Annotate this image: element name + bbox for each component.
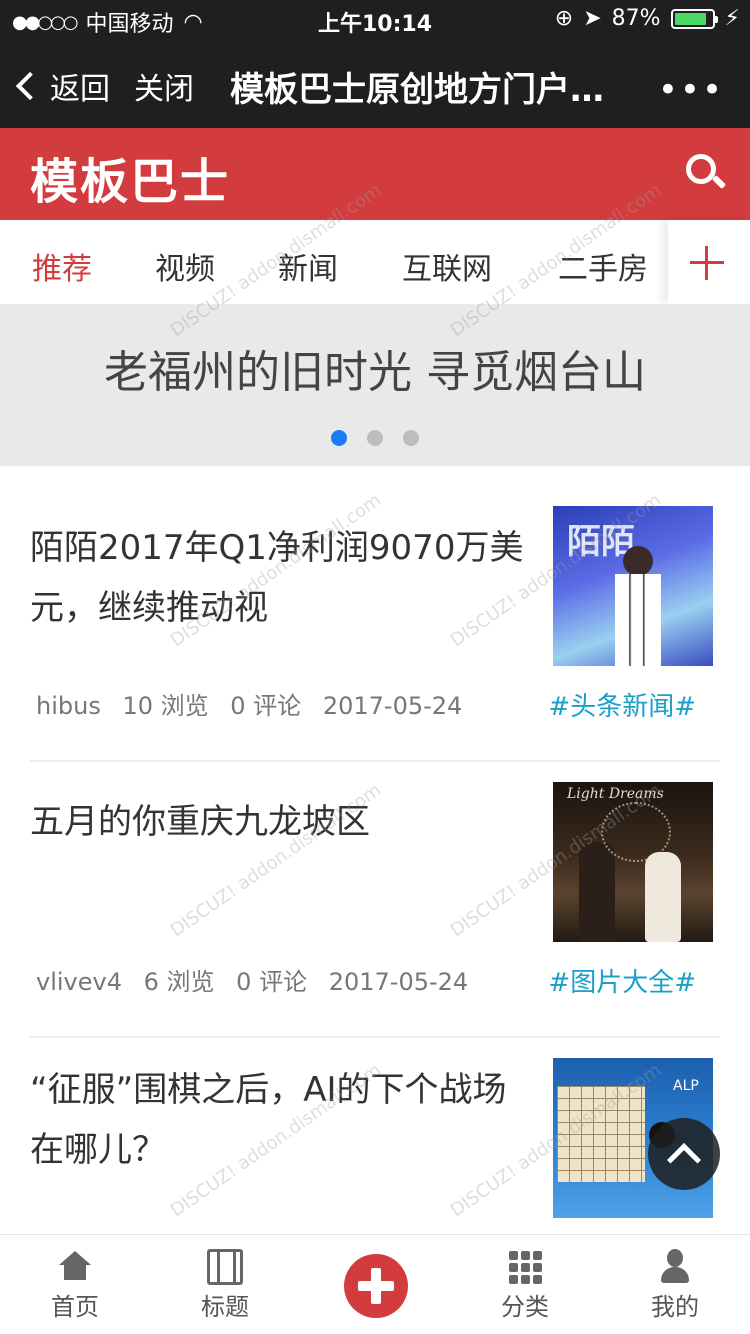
battery-percent: 87% <box>611 6 661 31</box>
tabbar-titles-label: 标题 <box>201 1293 249 1321</box>
lock-rotation-icon: ⊕ <box>554 6 574 31</box>
close-button[interactable]: 关闭 <box>134 64 194 108</box>
search-icon[interactable] <box>686 154 727 194</box>
charging-icon: ⚡ <box>724 6 740 31</box>
article-meta: hibus 10 浏览 0 评论 2017-05-24 <box>36 686 476 721</box>
banner-title: 老福州的旧时光 寻觅烟台山 <box>104 347 646 398</box>
back-button[interactable]: 返回 <box>15 64 110 108</box>
article-item[interactable]: 陌陌2017年Q1净利润9070万美元，继续推动视 hibus 10 浏览 0 … <box>30 506 720 762</box>
tabbar-titles[interactable]: 标题 <box>150 1235 300 1334</box>
tab-video[interactable]: 视频 <box>155 244 215 288</box>
back-to-top-button[interactable] <box>648 1118 720 1190</box>
person-image <box>645 852 681 942</box>
tabbar-home[interactable]: 首页 <box>0 1235 150 1334</box>
chevron-left-icon <box>15 71 45 101</box>
article-date: 2017-05-24 <box>328 968 469 996</box>
nav-bar: 返回 关闭 模板巴士原创地方门户… ••• <box>0 40 750 128</box>
location-icon: ➤ <box>583 6 602 31</box>
publish-button[interactable] <box>344 1254 408 1318</box>
carousel-dot-active[interactable] <box>331 430 347 446</box>
article-author: vlivev4 <box>36 968 122 996</box>
more-button[interactable]: ••• <box>658 70 724 110</box>
article-tag[interactable]: #图片大全# <box>548 962 696 999</box>
carousel-dot[interactable] <box>367 430 383 446</box>
article-item[interactable]: 五月的你重庆九龙坡区 vlivev4 6 浏览 0 评论 2017-05-24 … <box>30 782 720 1038</box>
thumbnail-text: Light Dreams <box>567 786 664 802</box>
grid-icon <box>507 1249 543 1285</box>
tabbar-mine[interactable]: 我的 <box>600 1235 750 1334</box>
article-title[interactable]: “征服”围棋之后，AI的下个战场在哪儿？ <box>30 1060 530 1180</box>
article-views: 6 浏览 <box>143 968 215 996</box>
article-thumbnail[interactable]: 陌陌 <box>553 506 713 666</box>
add-category-button[interactable] <box>668 220 750 304</box>
status-bar: ●●○○○ 中国移动 ◠ 上午10:14 ⊕ ➤ 87% ⚡ <box>0 0 750 40</box>
tab-internet[interactable]: 互联网 <box>402 244 492 288</box>
article-title[interactable]: 五月的你重庆九龙坡区 <box>30 792 530 852</box>
tab-second-hand-house[interactable]: 二手房 <box>558 244 648 288</box>
article-thumbnail[interactable]: Light Dreams <box>553 782 713 942</box>
article-author: hibus <box>36 692 101 720</box>
site-logo[interactable]: 模板巴士 <box>30 142 230 212</box>
banner-carousel[interactable]: 老福州的旧时光 寻觅烟台山 <box>0 304 750 466</box>
user-icon <box>657 1249 693 1285</box>
article-title[interactable]: 陌陌2017年Q1净利润9070万美元，继续推动视 <box>30 518 530 638</box>
tabbar-mine-label: 我的 <box>651 1293 699 1321</box>
battery-icon <box>670 8 718 29</box>
person-image <box>623 546 653 576</box>
go-board-image <box>557 1086 645 1182</box>
site-header: 模板巴士 <box>0 128 750 220</box>
article-item[interactable]: “征服”围棋之后，AI的下个战场在哪儿？ ALP <box>30 1058 720 1218</box>
tabbar-category-label: 分类 <box>501 1293 549 1321</box>
tab-recommend[interactable]: 推荐 <box>32 244 92 288</box>
tabbar-home-label: 首页 <box>51 1293 99 1321</box>
tab-news[interactable]: 新闻 <box>278 244 338 288</box>
page-title: 模板巴士原创地方门户… <box>230 70 604 110</box>
article-comments: 0 评论 <box>230 692 302 720</box>
carousel-indicator <box>0 430 750 446</box>
article-tag[interactable]: #头条新闻# <box>548 686 696 723</box>
carousel-dot[interactable] <box>403 430 419 446</box>
article-comments: 0 评论 <box>236 968 308 996</box>
thumbnail-text: ALP <box>673 1078 699 1094</box>
article-views: 10 浏览 <box>122 692 209 720</box>
chevron-up-icon <box>667 1143 701 1177</box>
back-label: 返回 <box>50 72 110 107</box>
article-meta: vlivev4 6 浏览 0 评论 2017-05-24 <box>36 962 482 997</box>
home-icon <box>57 1249 93 1285</box>
article-date: 2017-05-24 <box>322 692 463 720</box>
category-tabs: 推荐 视频 新闻 互联网 二手房 <box>0 220 750 304</box>
person-image <box>579 842 615 942</box>
film-icon <box>207 1249 243 1285</box>
tabbar-category[interactable]: 分类 <box>450 1235 600 1334</box>
